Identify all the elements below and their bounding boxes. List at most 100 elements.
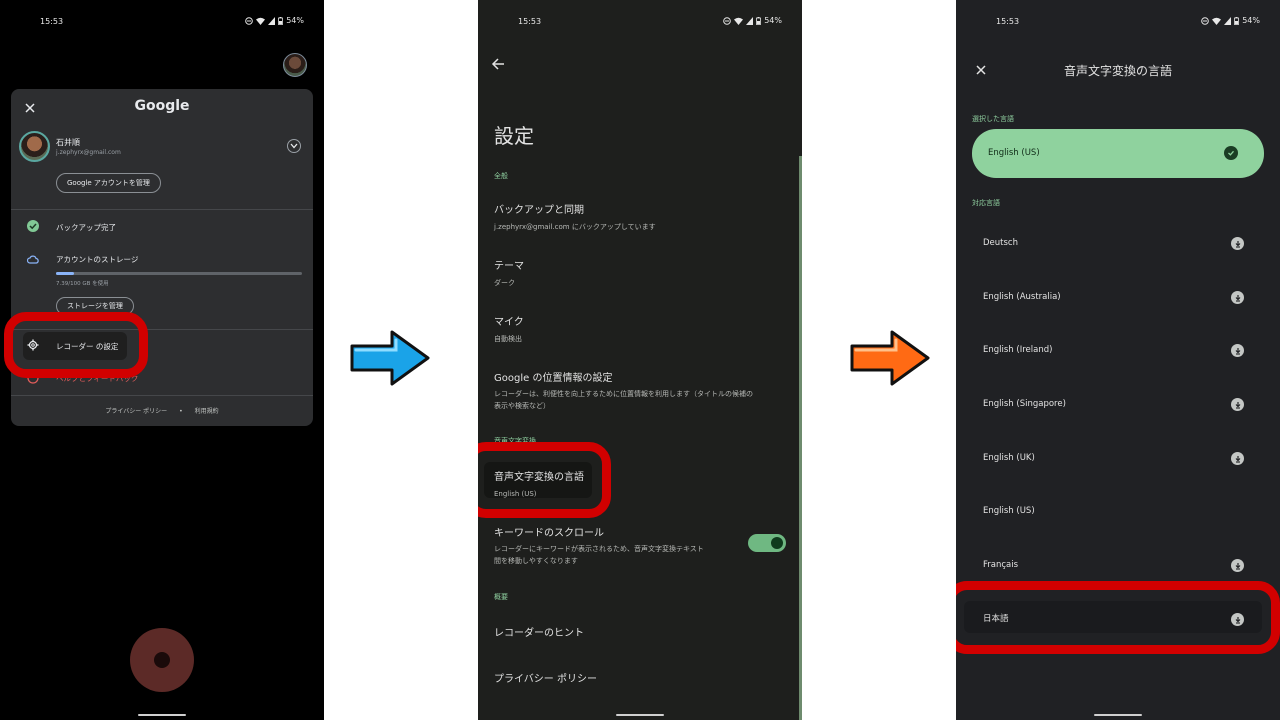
setting-title: プライバシー ポリシー <box>494 674 597 685</box>
status-time: 15:53 <box>518 17 542 26</box>
setting-backup-sync[interactable]: バックアップと同期 j.zephyrx@gmail.com にバックアップしてい… <box>494 201 656 233</box>
divider <box>11 395 313 396</box>
setting-microphone[interactable]: マイク 自動検出 <box>494 313 524 345</box>
download-icon[interactable] <box>1231 344 1244 357</box>
record-dot-icon <box>154 652 170 668</box>
setting-title: マイク <box>494 317 524 328</box>
setting-subtitle-line: レコーダーは、利便性を向上するために位置情報を利用します（タイトルの候補の <box>494 390 753 398</box>
language-name: English (Australia) <box>983 292 1061 302</box>
cloud-icon <box>27 255 39 264</box>
language-name: English (US) <box>983 506 1035 516</box>
dnd-icon <box>723 16 732 25</box>
download-icon[interactable] <box>1231 559 1244 572</box>
status-bar: 15:53 54% <box>956 14 1280 30</box>
language-item-english-uk[interactable]: English (UK) <box>956 451 1280 505</box>
setting-subtitle: j.zephyrx@gmail.com にバックアップしています <box>494 223 656 231</box>
check-circle-icon <box>27 220 39 232</box>
language-item-english-us[interactable]: English (US) <box>956 504 1280 558</box>
account-switcher-button[interactable] <box>287 139 301 153</box>
gesture-bar <box>138 714 186 716</box>
setting-title: キーワードのスクロール <box>494 528 604 539</box>
signal-icon <box>268 16 276 25</box>
signal-icon <box>1224 16 1232 25</box>
section-general: 全般 <box>494 172 508 180</box>
section-about: 概要 <box>494 593 508 601</box>
account-name: 石井順 <box>56 138 80 147</box>
privacy-policy-link[interactable]: プライバシー ポリシー <box>105 408 167 415</box>
page-title: 設定 <box>494 124 534 148</box>
wifi-icon <box>734 17 744 25</box>
setting-location[interactable]: Google の位置情報の設定 レコーダーは、利便性を向上するために位置情報を利… <box>494 369 790 412</box>
status-time: 15:53 <box>40 17 64 26</box>
wifi-icon <box>1212 17 1222 25</box>
setting-keyword-scroll[interactable]: キーワードのスクロール レコーダーにキーワードが表示されるため、音声文字変換テキ… <box>494 524 744 567</box>
chevron-down-icon <box>290 143 298 149</box>
divider <box>11 209 313 210</box>
language-item-english-australia[interactable]: English (Australia) <box>956 290 1280 344</box>
tutorial-composite: 15:53 54% Google 石井順 j.zephyrx@gmail.com… <box>0 0 1280 720</box>
battery-percent: 54% <box>286 16 304 25</box>
manage-account-button[interactable]: Google アカウントを管理 <box>56 173 161 193</box>
account-avatar-button[interactable] <box>283 53 307 77</box>
language-name: English (UK) <box>983 453 1035 463</box>
setting-title: テーマ <box>494 261 524 272</box>
keyword-scroll-toggle[interactable] <box>748 534 786 552</box>
language-item-english-singapore[interactable]: English (Singapore) <box>956 397 1280 451</box>
setting-subtitle: レコーダーは、利便性を向上するために位置情報を利用します（タイトルの候補の 表示… <box>494 388 790 412</box>
signal-icon <box>746 16 754 25</box>
setting-title: Google の位置情報の設定 <box>494 373 613 384</box>
setting-subtitle: 自動検出 <box>494 335 522 343</box>
dnd-icon <box>245 16 254 25</box>
section-supported-languages: 対応言語 <box>972 199 1000 207</box>
back-arrow-icon[interactable] <box>490 56 506 72</box>
gesture-bar <box>616 714 664 716</box>
check-circle-icon <box>1224 146 1238 160</box>
footer-separator: • <box>179 408 183 415</box>
status-time: 15:53 <box>996 17 1020 26</box>
setting-subtitle-line: 表示や検索など） <box>494 402 550 410</box>
download-icon[interactable] <box>1231 452 1244 465</box>
scrollbar[interactable] <box>799 156 802 720</box>
download-icon[interactable] <box>1231 237 1244 250</box>
account-email: j.zephyrx@gmail.com <box>56 149 121 156</box>
battery-percent: 54% <box>764 16 782 25</box>
terms-link[interactable]: 利用規約 <box>195 408 219 415</box>
download-icon[interactable] <box>1231 398 1244 411</box>
language-name: English (Singapore) <box>983 399 1066 409</box>
setting-recorder-hints[interactable]: レコーダーのヒント <box>494 624 584 639</box>
page-title: 音声文字変換の言語 <box>1063 64 1172 78</box>
section-selected-language: 選択した言語 <box>972 115 1014 123</box>
wifi-icon <box>256 17 266 25</box>
selected-language-chip[interactable]: English (US) <box>972 129 1264 178</box>
gesture-bar <box>1094 714 1142 716</box>
language-name: English (Ireland) <box>983 345 1053 355</box>
battery-icon <box>278 16 284 25</box>
status-icons: 54% <box>1201 16 1260 25</box>
storage-bar-fill <box>56 272 75 275</box>
download-icon[interactable] <box>1231 291 1244 304</box>
status-icons: 54% <box>723 16 782 25</box>
profile-avatar <box>19 131 50 162</box>
highlight-ring <box>4 312 148 378</box>
highlight-ring <box>956 581 1280 654</box>
status-bar: 15:53 54% <box>0 14 324 30</box>
toggle-knob <box>771 537 783 549</box>
setting-subtitle-line: レコーダーにキーワードが表示されるため、音声文字変換テキスト <box>494 545 704 553</box>
setting-privacy-policy[interactable]: プライバシー ポリシー <box>494 670 597 685</box>
language-name: Deutsch <box>983 238 1018 248</box>
language-item-english-ireland[interactable]: English (Ireland) <box>956 343 1280 397</box>
highlight-ring <box>478 442 611 518</box>
google-logo: Google <box>134 98 190 114</box>
arrow-right-icon <box>850 330 930 386</box>
storage-usage: 7.39/100 GB を使用 <box>56 281 109 287</box>
battery-icon <box>756 16 762 25</box>
dnd-icon <box>1201 16 1210 25</box>
setting-subtitle: ダーク <box>494 279 515 287</box>
screen-google-menu: 15:53 54% Google 石井順 j.zephyrx@gmail.com… <box>0 0 324 720</box>
record-button[interactable] <box>130 628 194 692</box>
storage-label: アカウントのストレージ <box>56 255 139 264</box>
screen-settings: 15:53 54% 設定 全般 バックアップと同期 j.zephyrx@gmai… <box>478 0 802 720</box>
setting-subtitle-line: 間を移動しやすくなります <box>494 557 578 565</box>
setting-theme[interactable]: テーマ ダーク <box>494 257 524 289</box>
language-item-deutsch[interactable]: Deutsch <box>956 236 1280 290</box>
